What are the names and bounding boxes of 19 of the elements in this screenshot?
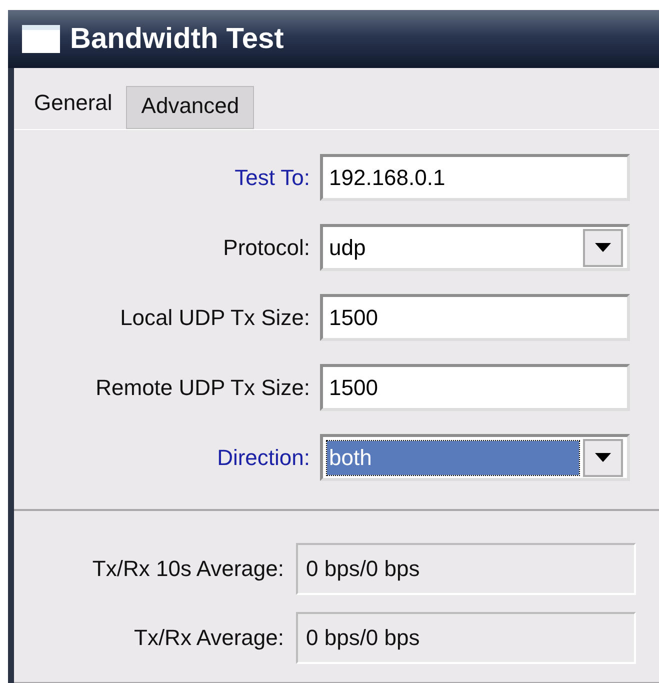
dropdown[interactable]: udp: [320, 224, 630, 271]
input-field[interactable]: 1500: [320, 294, 630, 341]
field-label: Remote UDP Tx Size:: [94, 374, 311, 400]
field-label: Test To:: [234, 164, 311, 190]
readout-label: Tx/Rx Average:: [133, 625, 285, 651]
readout-field: 0 bps/0 bps: [296, 612, 636, 664]
input-field[interactable]: 1500: [320, 364, 630, 411]
input-field[interactable]: 192.168.0.1: [320, 154, 630, 201]
field-label: Local UDP Tx Size:: [119, 304, 311, 330]
field-label: Direction:: [216, 444, 311, 470]
window-icon: [22, 25, 60, 53]
readout-label: Tx/Rx 10s Average:: [91, 556, 285, 582]
readout-field: 0 bps/0 bps: [296, 543, 636, 595]
dropdown[interactable]: both: [320, 434, 630, 481]
caret-icon: [595, 242, 611, 252]
window-title: Bandwidth Test: [70, 22, 284, 56]
caret-icon: [595, 452, 611, 462]
tab[interactable]: Advanced: [126, 86, 254, 129]
field-label: Protocol:: [222, 234, 311, 260]
